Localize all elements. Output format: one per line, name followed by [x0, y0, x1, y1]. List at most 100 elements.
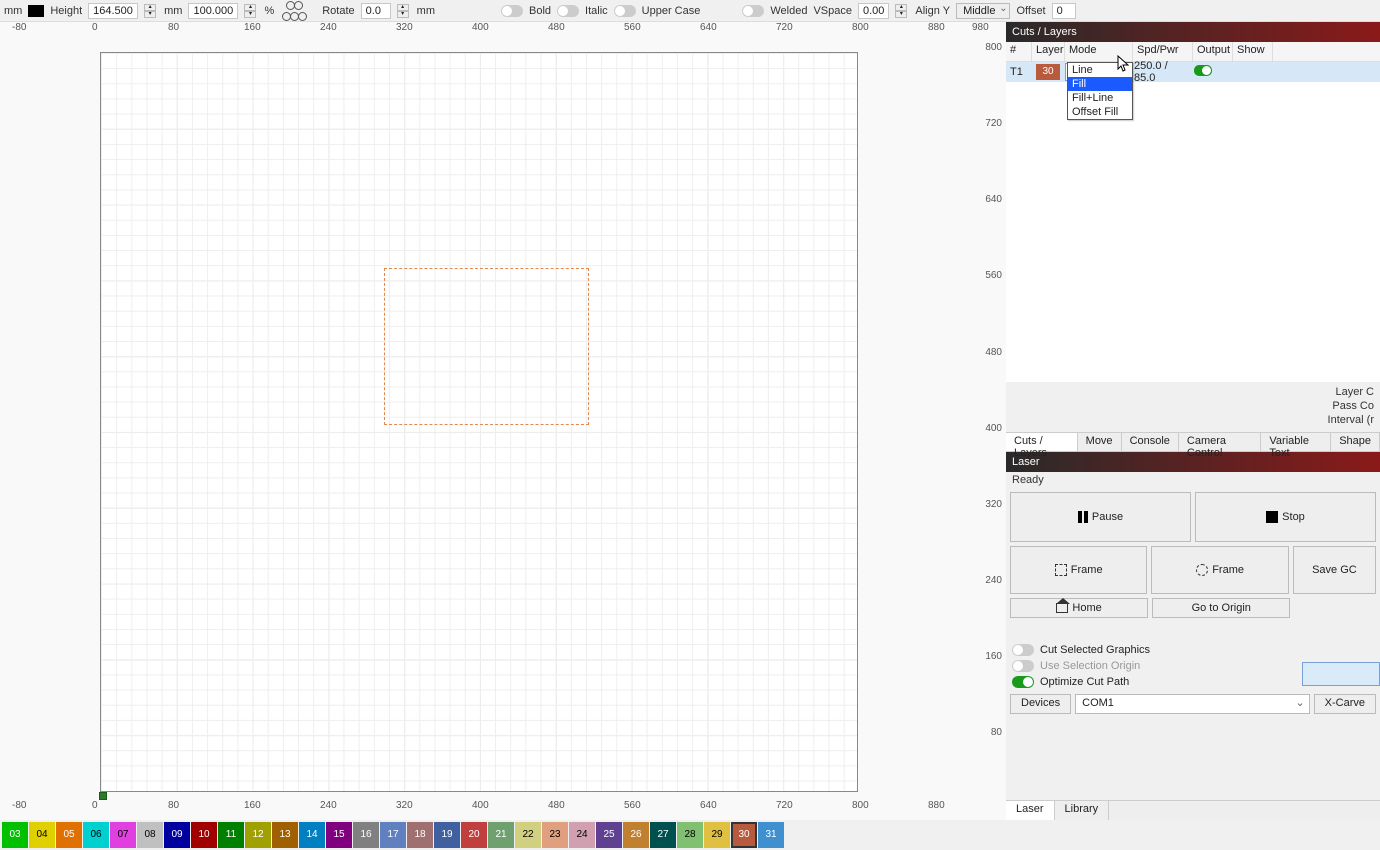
offset-input[interactable]: 0 [1052, 3, 1076, 19]
palette-swatch-18[interactable]: 18 [407, 822, 433, 848]
palette-swatch-08[interactable]: 08 [137, 822, 163, 848]
palette-swatch-25[interactable]: 25 [596, 822, 622, 848]
palette-swatch-29[interactable]: 29 [704, 822, 730, 848]
frame-rect-icon [1055, 564, 1067, 576]
rotate-input[interactable]: 0.0 [361, 3, 391, 19]
palette-swatch-12[interactable]: 12 [245, 822, 271, 848]
cut-selected-toggle[interactable] [1012, 644, 1034, 656]
palette-swatch-20[interactable]: 20 [461, 822, 487, 848]
palette-swatch-10[interactable]: 10 [191, 822, 217, 848]
bold-toggle[interactable] [501, 5, 523, 17]
rotate-spinner[interactable]: ▴▾ [397, 3, 411, 19]
home-icon [1056, 603, 1068, 613]
rotate-label: Rotate [322, 5, 354, 17]
palette-swatch-26[interactable]: 26 [623, 822, 649, 848]
palette-swatch-14[interactable]: 14 [299, 822, 325, 848]
palette-swatch-03[interactable]: 03 [2, 822, 28, 848]
tab-move[interactable]: Move [1078, 433, 1122, 451]
tabs: Cuts / Layers Move Console Camera Contro… [1006, 432, 1380, 452]
tab-shape[interactable]: Shape [1331, 433, 1380, 451]
right-panel: Cuts / Layers # Layer Mode Spd/Pwr Outpu… [1006, 22, 1380, 820]
palette-swatch-09[interactable]: 09 [164, 822, 190, 848]
save-gcode-button[interactable]: Save GC [1293, 546, 1376, 594]
unit-mm: mm [4, 5, 22, 17]
height-spinner[interactable]: ▴▾ [144, 3, 158, 19]
frame-circle-icon [1196, 564, 1208, 576]
cuts-layers-header: Cuts / Layers [1006, 22, 1380, 42]
home-button[interactable]: Home [1010, 598, 1148, 618]
palette-swatch-15[interactable]: 15 [326, 822, 352, 848]
ruler-right: 80072064056048040032024016080 [970, 42, 1006, 802]
selection-rectangle[interactable] [384, 268, 589, 425]
palette-swatch-24[interactable]: 24 [569, 822, 595, 848]
palette-swatch-13[interactable]: 13 [272, 822, 298, 848]
ruler-bottom: -80080160240320400480560640720800880 [0, 800, 1006, 820]
percent-spinner[interactable]: ▴▾ [244, 3, 258, 19]
layers-header: # Layer Mode Spd/Pwr Output Show [1006, 42, 1380, 62]
height-swatch [28, 5, 44, 17]
devices-button[interactable]: Devices [1010, 694, 1071, 714]
palette-swatch-22[interactable]: 22 [515, 822, 541, 848]
tab-variable-text[interactable]: Variable Text [1261, 433, 1331, 451]
frame-rect-button[interactable]: Frame [1010, 546, 1147, 594]
start-button[interactable] [1302, 662, 1380, 686]
top-toolbar: mm Height 164.500 ▴▾ mm 100.000 ▴▾ % Rot… [0, 0, 1380, 22]
tab-cuts-layers[interactable]: Cuts / Layers [1006, 433, 1078, 451]
align-y-dropdown[interactable]: Middle [956, 3, 1010, 19]
unit-mm2: mm [164, 5, 182, 17]
go-to-origin-button[interactable]: Go to Origin [1152, 598, 1290, 618]
mode-option-fill[interactable]: Fill [1068, 77, 1132, 91]
mode-option-offset-fill[interactable]: Offset Fill [1068, 105, 1132, 119]
palette-swatch-05[interactable]: 05 [56, 822, 82, 848]
layer-properties: Layer C Pass Co Interval (r [1006, 382, 1380, 432]
palette-swatch-21[interactable]: 21 [488, 822, 514, 848]
use-selection-origin-toggle[interactable] [1012, 660, 1034, 672]
pause-button[interactable]: Pause [1010, 492, 1191, 542]
palette-swatch-28[interactable]: 28 [677, 822, 703, 848]
uppercase-toggle[interactable] [614, 5, 636, 17]
layer-row[interactable]: T1 30 Fill 250.0 / 85.0 [1006, 62, 1380, 82]
port-combo[interactable]: COM1 [1075, 694, 1310, 714]
mode-option-line[interactable]: Line [1068, 63, 1132, 77]
palette-swatch-11[interactable]: 11 [218, 822, 244, 848]
stop-button[interactable]: Stop [1195, 492, 1376, 542]
vspace-input[interactable]: 0.00 [858, 3, 889, 19]
vspace-spinner[interactable]: ▴▾ [895, 3, 909, 19]
palette-swatch-30[interactable]: 30 [731, 822, 757, 848]
tab-console[interactable]: Console [1122, 433, 1179, 451]
mode-option-fill-line[interactable]: Fill+Line [1068, 91, 1132, 105]
canvas[interactable] [100, 52, 858, 792]
device-label[interactable]: X-Carve [1314, 694, 1376, 714]
bottom-tab-laser[interactable]: Laser [1006, 801, 1055, 820]
height-input[interactable]: 164.500 [88, 3, 138, 19]
pause-icon [1078, 511, 1088, 523]
unit-mm3: mm [417, 5, 435, 17]
palette-swatch-19[interactable]: 19 [434, 822, 460, 848]
palette-swatch-07[interactable]: 07 [110, 822, 136, 848]
scale-icon[interactable] [280, 1, 316, 21]
palette-swatch-17[interactable]: 17 [380, 822, 406, 848]
palette-swatch-06[interactable]: 06 [83, 822, 109, 848]
palette-swatch-27[interactable]: 27 [650, 822, 676, 848]
palette-swatch-23[interactable]: 23 [542, 822, 568, 848]
palette-swatch-31[interactable]: 31 [758, 822, 784, 848]
welded-toggle[interactable] [742, 5, 764, 17]
output-toggle[interactable] [1194, 65, 1212, 76]
bottom-tabs: Laser Library [1006, 800, 1380, 820]
mode-dropdown[interactable]: Line Fill Fill+Line Offset Fill [1067, 62, 1133, 120]
bottom-tab-library[interactable]: Library [1055, 801, 1110, 820]
percent-input[interactable]: 100.000 [188, 3, 238, 19]
ruler-top: -80080160240320400480560640720800880980 [0, 22, 1006, 42]
workspace: -80080160240320400480560640720800880980 … [0, 22, 1006, 820]
frame-circle-button[interactable]: Frame [1151, 546, 1288, 594]
optimize-cut-path-toggle[interactable] [1012, 676, 1034, 688]
palette-swatch-04[interactable]: 04 [29, 822, 55, 848]
layer-color-swatch[interactable]: 30 [1036, 64, 1060, 80]
palette-swatch-16[interactable]: 16 [353, 822, 379, 848]
tab-camera[interactable]: Camera Control [1179, 433, 1261, 451]
laser-panel: Laser Ready Pause Stop Frame Frame Save … [1006, 452, 1380, 718]
stop-icon [1266, 511, 1278, 523]
italic-toggle[interactable] [557, 5, 579, 17]
color-palette: 0304050607080910111213141516171819202122… [0, 820, 1006, 850]
unit-pct: % [264, 5, 274, 17]
